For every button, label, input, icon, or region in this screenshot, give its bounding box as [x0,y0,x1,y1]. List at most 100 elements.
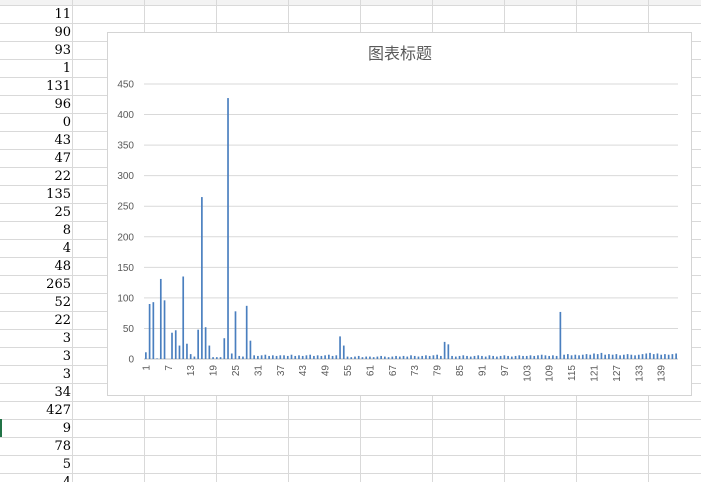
chart-bar[interactable] [324,355,326,359]
chart-bar[interactable] [451,355,453,359]
chart-bar[interactable] [264,354,267,359]
chart-bar[interactable] [298,355,300,359]
chart-bar[interactable] [559,311,562,359]
chart-bar[interactable] [369,356,371,359]
cell-a[interactable]: 34 [0,384,71,402]
chart-bar[interactable] [667,354,670,359]
chart-bar[interactable] [268,355,270,359]
chart-bar[interactable] [189,354,192,359]
chart-bar[interactable] [215,357,218,359]
chart-bar[interactable] [555,355,558,359]
chart-bar[interactable] [574,354,577,359]
chart-bar[interactable] [283,355,285,359]
chart-bar[interactable] [413,355,416,359]
chart-bar[interactable] [350,357,353,359]
chart-bar[interactable] [425,355,427,359]
chart-bar[interactable] [488,355,491,359]
chart-bar[interactable] [402,355,405,359]
chart-bar[interactable] [339,336,341,359]
chart-bar[interactable] [537,355,539,359]
cell-a[interactable]: 4 [0,474,71,482]
cell-a[interactable]: 43 [0,132,71,150]
chart-bar[interactable] [384,356,386,359]
chart-bar[interactable] [271,355,274,359]
cell-a[interactable]: 52 [0,294,71,312]
chart-bar[interactable] [275,355,278,359]
chart-bar[interactable] [510,356,513,359]
chart-bar[interactable] [260,355,263,359]
chart-bar[interactable] [234,311,237,359]
chart-bar[interactable] [201,197,203,359]
chart-bar[interactable] [421,355,424,359]
chart-bar[interactable] [301,355,304,359]
cell-a[interactable]: 0 [0,114,71,132]
chart-bar[interactable] [372,357,375,359]
chart-bar[interactable] [507,355,509,359]
chart-bar[interactable] [212,357,214,359]
cell-a[interactable]: 265 [0,276,71,294]
chart-bar[interactable] [499,355,502,359]
chart-bar[interactable] [596,354,599,359]
cell-a[interactable]: 3 [0,330,71,348]
chart-bar[interactable] [462,355,465,359]
chart-bar[interactable] [410,355,412,359]
chart-bar[interactable] [163,300,166,359]
chart-bar[interactable] [652,354,655,359]
cell-a[interactable]: 22 [0,312,71,330]
chart-bar[interactable] [391,356,394,359]
chart-bar[interactable] [492,355,494,359]
chart-bar[interactable] [533,355,536,359]
chart-bar[interactable] [238,355,241,359]
chart-bar[interactable] [227,98,229,359]
chart-bar[interactable] [581,354,584,359]
chart-bar[interactable] [156,358,158,359]
chart-bar[interactable] [354,356,356,359]
cell-a[interactable]: 5 [0,456,71,474]
chart-bar[interactable] [656,353,659,360]
chart-bar[interactable] [626,354,629,359]
chart-bar[interactable] [223,338,226,359]
chart-bar[interactable] [182,276,185,360]
cell-a[interactable]: 78 [0,438,71,456]
chart-bar[interactable] [152,302,155,359]
chart-bar[interactable] [387,357,390,359]
chart-bar[interactable] [567,354,569,359]
chart-bar[interactable] [675,353,677,360]
chart-bar[interactable] [294,355,297,359]
chart-bar[interactable] [473,355,476,359]
chart-bar[interactable] [193,356,196,359]
chart-bar[interactable] [357,355,360,359]
chart-bar[interactable] [619,355,621,359]
chart-bar[interactable] [242,356,244,359]
cell-a[interactable]: 8 [0,222,71,240]
chart-bar[interactable] [257,355,259,359]
cell-a[interactable]: 90 [0,24,71,42]
chart-bar[interactable] [208,345,211,359]
chart-bar[interactable] [219,357,222,359]
cell-a[interactable]: 135 [0,186,71,204]
chart-bar[interactable] [593,353,595,360]
chart-bar[interactable] [286,355,289,359]
chart-bar[interactable] [171,332,173,359]
chart-bar[interactable] [481,355,483,359]
cell-a[interactable]: 131 [0,78,71,96]
chart-bar[interactable] [249,340,252,359]
chart-bar[interactable] [514,355,517,359]
chart-bar[interactable] [496,356,498,359]
spreadsheet-grid[interactable]: 11 90 93 1 131 96 0 43 47 22 135 25 8 4 48 265 52 22 3 3 3 34… [0,0,701,482]
cell-a[interactable]: 22 [0,168,71,186]
cell-a[interactable]: 25 [0,204,71,222]
chart-bar[interactable] [398,356,401,359]
cell-a[interactable]: 427 [0,402,71,420]
chart-bar[interactable] [174,330,177,359]
chart-bar[interactable] [604,354,607,359]
chart-bar[interactable] [279,355,282,359]
chart-bar[interactable] [641,354,644,359]
chart-bar[interactable] [320,355,323,359]
chart-bar[interactable] [611,354,614,359]
chart-bar[interactable] [148,304,151,359]
chart-bar[interactable] [634,355,636,359]
chart-bar[interactable] [454,356,457,359]
chart-bar[interactable] [615,354,618,359]
cell-a[interactable]: 4 [0,240,71,258]
